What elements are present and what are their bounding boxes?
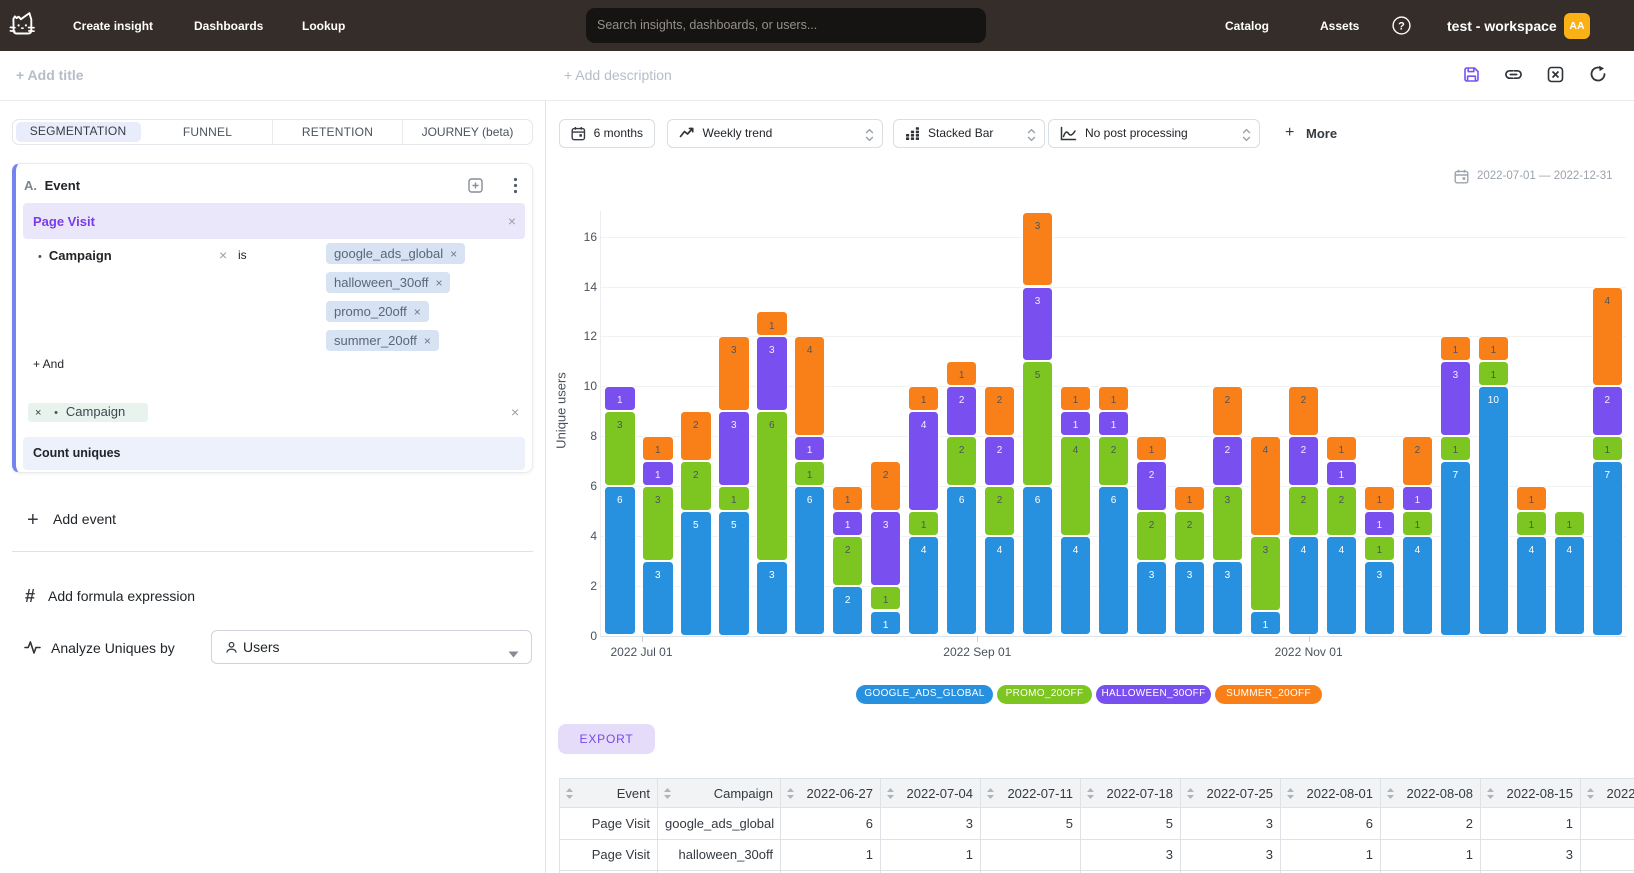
svg-text:?: ? <box>1398 20 1405 32</box>
